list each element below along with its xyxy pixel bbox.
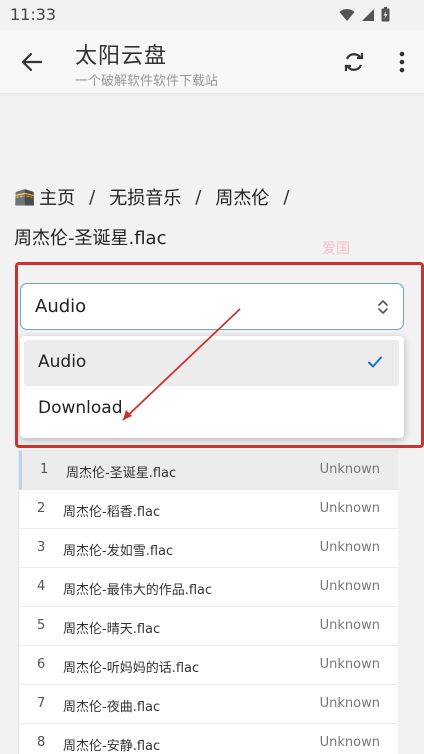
row-file-name: 周杰伦-听妈妈的话.flac	[63, 661, 200, 676]
row-file-name: 周杰伦-晴天.flac	[63, 622, 161, 637]
table-row[interactable]: 1 周杰伦-圣诞星.flac Unknown	[19, 451, 398, 490]
status-bar: 11:33	[0, 0, 424, 30]
home-icon: 🕋	[14, 187, 36, 207]
more-vertical-icon	[399, 51, 405, 73]
row-file-size: Unknown	[319, 735, 380, 750]
refresh-icon	[344, 53, 364, 71]
back-button[interactable]	[12, 44, 52, 80]
row-file-name: 周杰伦-安静.flac	[63, 739, 161, 754]
annotation-highlight-box	[15, 262, 424, 448]
row-number: 4	[37, 579, 46, 594]
breadcrumb-separator: /	[89, 186, 96, 208]
more-options-button[interactable]	[390, 46, 414, 78]
row-file-size: Unknown	[319, 696, 380, 711]
breadcrumb-separator: /	[283, 186, 290, 208]
row-file-name: 周杰伦-圣诞星.flac	[66, 466, 177, 481]
status-time: 11:33	[10, 5, 57, 24]
table-row[interactable]: 5 周杰伦-晴天.flac Unknown	[19, 607, 398, 646]
row-number: 1	[40, 462, 49, 477]
table-row[interactable]: 3 周杰伦-发如雪.flac Unknown	[19, 529, 398, 568]
row-file-name: 周杰伦-发如雪.flac	[63, 544, 174, 559]
row-file-size: Unknown	[319, 657, 380, 672]
row-file-size: Unknown	[319, 579, 380, 594]
watermark: 爱国	[322, 241, 350, 257]
breadcrumb: 🕋 主页 / 无损音乐 / 周杰伦 /	[14, 184, 303, 210]
table-row[interactable]: 8 周杰伦-安静.flac Unknown	[19, 724, 398, 754]
app-title: 太阳云盘	[75, 44, 168, 69]
row-number: 3	[37, 540, 46, 555]
table-row[interactable]: 4 周杰伦-最伟大的作品.flac Unknown	[19, 568, 398, 607]
current-file-name: 周杰伦-圣诞星.flac	[14, 228, 167, 249]
row-number: 7	[37, 696, 46, 711]
row-file-name: 周杰伦-夜曲.flac	[63, 700, 161, 715]
row-file-size: Unknown	[319, 618, 380, 633]
row-file-name: 周杰伦-最伟大的作品.flac	[63, 583, 213, 598]
signal-icon	[362, 8, 374, 21]
table-row[interactable]: 2 周杰伦-稻香.flac Unknown	[19, 490, 398, 529]
table-row[interactable]: 6 周杰伦-听妈妈的话.flac Unknown	[19, 646, 398, 685]
table-row[interactable]: 7 周杰伦-夜曲.flac Unknown	[19, 685, 398, 724]
row-file-size: Unknown	[319, 462, 380, 477]
breadcrumb-item-artist[interactable]: 周杰伦	[215, 184, 269, 210]
status-icons	[339, 7, 390, 22]
row-number: 8	[37, 735, 46, 750]
battery-icon	[381, 7, 390, 22]
wifi-icon	[339, 8, 355, 21]
app-subtitle: 一个破解软件软件下载站	[75, 74, 219, 89]
app-bar: 太阳云盘 一个破解软件软件下载站	[0, 30, 424, 94]
row-file-size: Unknown	[319, 501, 380, 516]
arrow-left-icon	[21, 52, 43, 72]
breadcrumb-home[interactable]: 主页	[39, 184, 75, 210]
breadcrumb-item-lossless-music[interactable]: 无损音乐	[109, 184, 181, 210]
row-file-name: 周杰伦-稻香.flac	[63, 505, 161, 520]
row-file-size: Unknown	[319, 540, 380, 555]
breadcrumb-separator: /	[195, 186, 202, 208]
refresh-button[interactable]	[338, 46, 370, 78]
row-number: 6	[37, 657, 46, 672]
table-scrollbar[interactable]	[398, 450, 404, 754]
row-number: 5	[37, 618, 46, 633]
row-number: 2	[37, 501, 46, 516]
file-table: 1 周杰伦-圣诞星.flac Unknown 2 周杰伦-稻香.flac Unk…	[18, 450, 399, 754]
